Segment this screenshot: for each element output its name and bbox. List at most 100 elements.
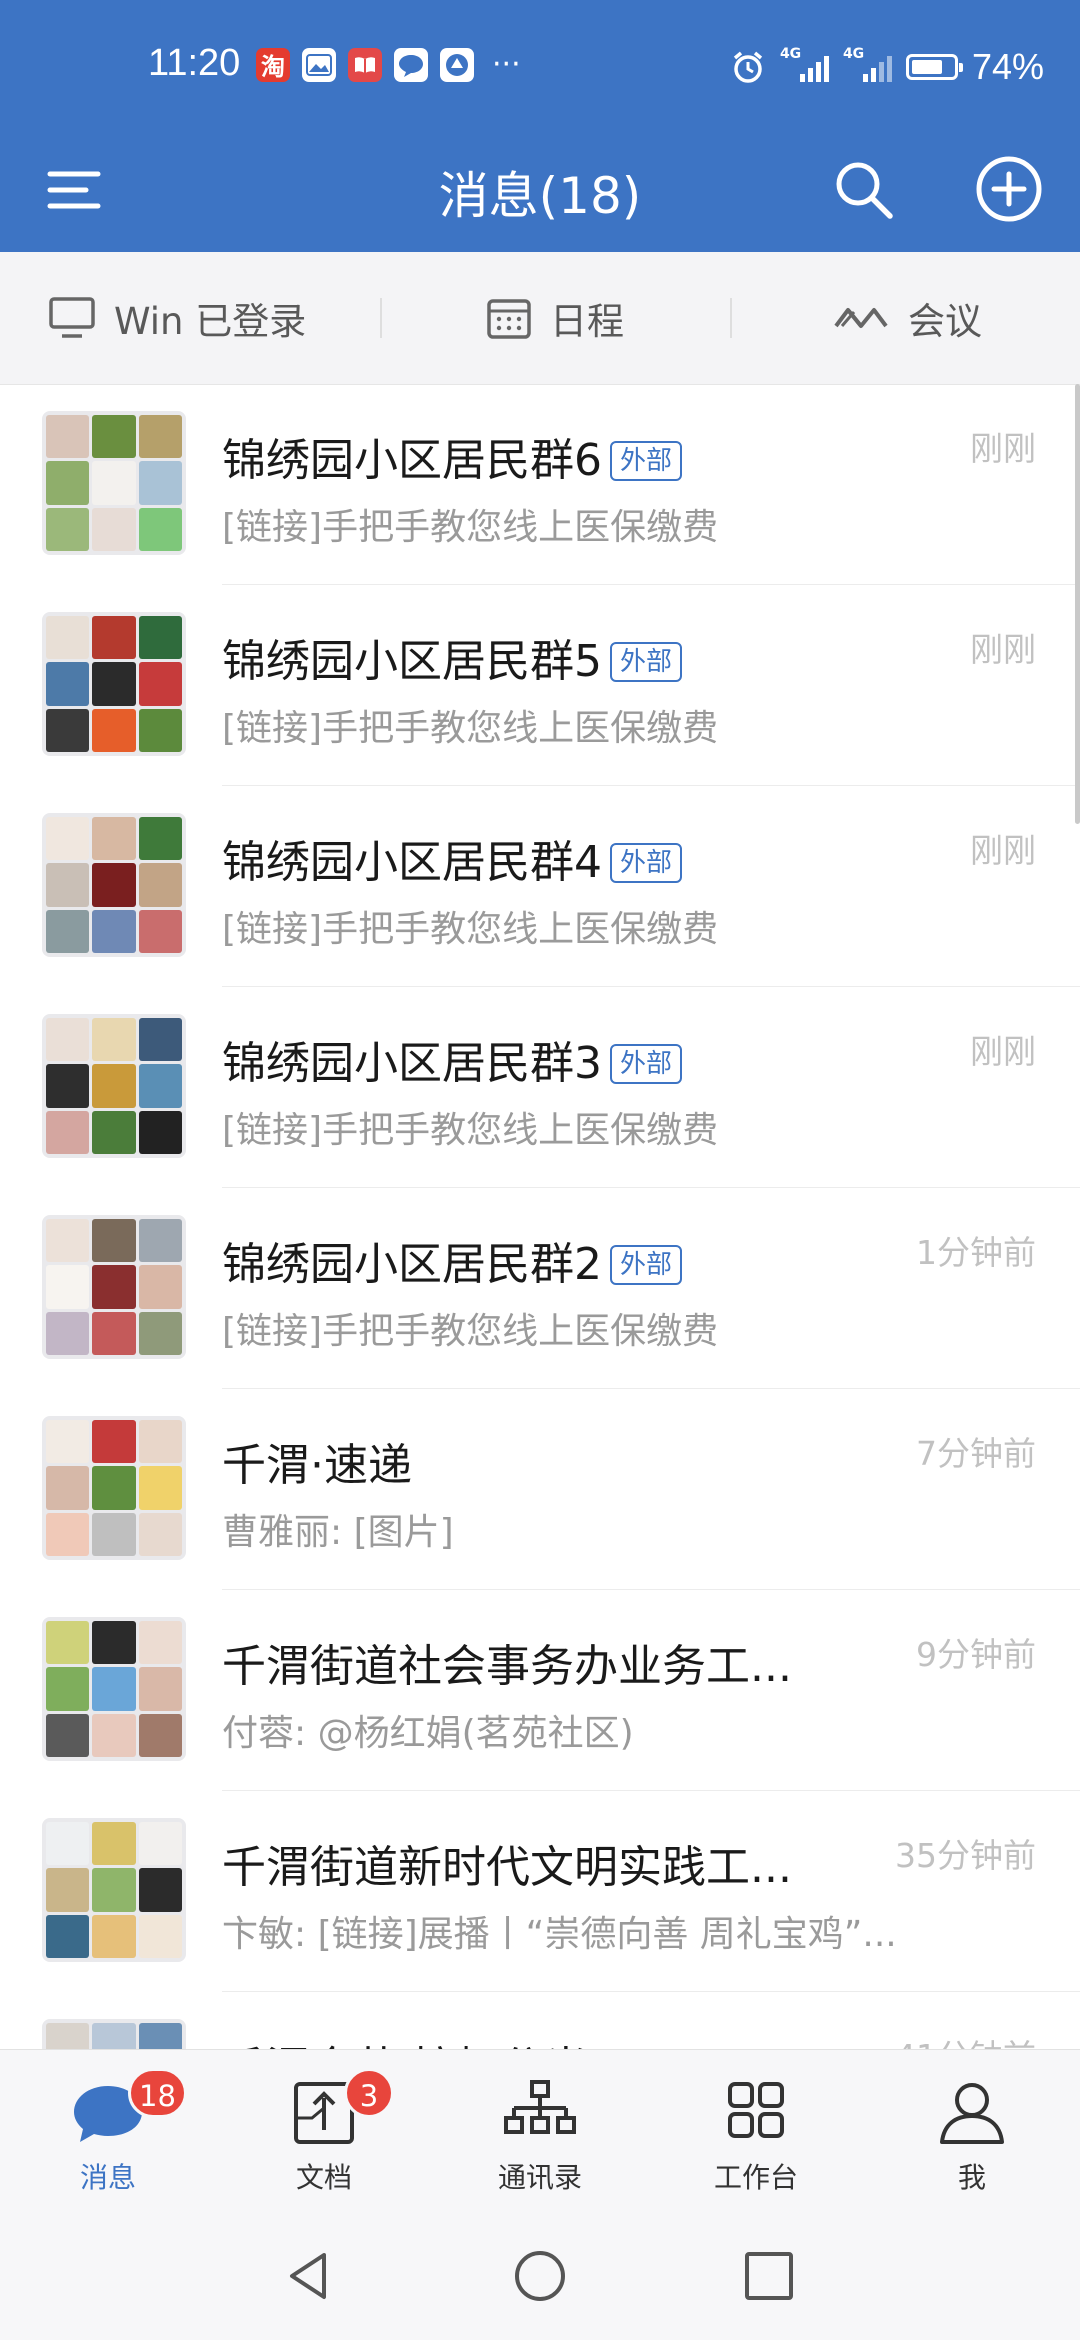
avatar-tile (46, 1667, 90, 1711)
scrollbar[interactable] (1075, 384, 1080, 824)
conversation-row[interactable]: 锦绣园小区居民群6 外部 刚刚 [链接]手把手教您线上医保缴费 (0, 384, 1080, 585)
battery-percent: 74% (971, 46, 1044, 87)
avatar-tile (46, 1219, 90, 1263)
avatar-tile (46, 909, 90, 953)
schedule-item[interactable]: 日程 (486, 252, 624, 384)
avatar-tile (92, 1064, 136, 1108)
conversation-row[interactable]: 锦绣园小区居民群3 外部 刚刚 [链接]手把手教您线上医保缴费 (0, 987, 1080, 1188)
group-avatar (42, 612, 186, 756)
conversation-time: 刚刚 (970, 831, 1036, 870)
avatar-tile (46, 1311, 90, 1355)
app-header: 11:20 淘 ··· 4G 4G 74% 消息(18) (0, 0, 1080, 252)
home-icon[interactable] (513, 2249, 567, 2303)
avatar-tile (46, 1822, 90, 1866)
system-navigation-bar (0, 2209, 1080, 2340)
gallery-icon (302, 47, 336, 82)
meeting-icon (834, 308, 888, 328)
conversation-row[interactable]: 千渭·速递 7分钟前 曹雅丽: [图片] (0, 1389, 1080, 1590)
avatar-tile (138, 461, 182, 505)
external-badge: 外部 (610, 642, 683, 682)
conversation-name-text: 锦绣园小区居民群5 (222, 636, 602, 687)
conversation-row[interactable]: 千渭全营·控极分光 41分钟前 (0, 1992, 1080, 2049)
avatar-tile (138, 415, 182, 459)
conversation-row[interactable]: 千渭街道新时代文明实践工... 35分钟前 卞敏: [链接]展播丨“崇德向善 周礼宝… (0, 1791, 1080, 1992)
conversation-row[interactable]: 锦绣园小区居民群4 外部 刚刚 [链接]手把手教您线上医保缴费 (0, 786, 1080, 987)
win-login-label: Win 已登录 (114, 300, 307, 343)
conversation-time: 9分钟前 (916, 1635, 1036, 1674)
conversation-preview: [链接]手把手教您线上医保缴费 (222, 708, 719, 749)
avatar-tile (138, 662, 182, 706)
conversation-name: 锦绣园小区居民群2 外部 (222, 1228, 683, 1292)
tab-messages[interactable]: 18 消息 (0, 2050, 216, 2210)
avatar-tile (46, 2023, 90, 2049)
avatar-tile (46, 708, 90, 752)
signal-icon-1: 4G (780, 46, 829, 82)
conversation-time: 41分钟前 (895, 2030, 1036, 2049)
win-login-item[interactable]: Win 已登录 (48, 252, 306, 384)
avatar-tile (138, 1311, 182, 1355)
avatar-tile (46, 1064, 90, 1108)
avatar-tile (46, 817, 90, 861)
avatar-tile (92, 1512, 136, 1556)
avatar-tile (92, 1914, 136, 1958)
conversation-preview: 曹雅丽: [图片] (222, 1512, 454, 1553)
conversation-name: 千渭街道社会事务办业务工... (222, 1630, 792, 1694)
group-avatar (42, 1818, 186, 1962)
avatar-tile (46, 616, 90, 660)
avatar-tile (92, 1713, 136, 1757)
search-icon[interactable] (830, 156, 896, 222)
tab-me[interactable]: 我 (864, 2050, 1080, 2210)
tab-label: 消息 (79, 2161, 136, 2194)
avatar-tile (138, 1110, 182, 1154)
avatar-tile (92, 461, 136, 505)
tab-workbench[interactable]: 工作台 (648, 2050, 864, 2210)
tab-badge: 3 (344, 2068, 394, 2118)
avatar-tile (92, 662, 136, 706)
back-icon[interactable] (282, 2249, 336, 2303)
avatar-tile (138, 909, 182, 953)
conversation-name: 锦绣园小区居民群3 外部 (222, 1027, 683, 1091)
group-avatar (42, 813, 186, 957)
conversation-row[interactable]: 千渭街道社会事务办业务工... 9分钟前 付蓉: @杨红娟(茗苑社区) (0, 1590, 1080, 1791)
group-avatar (42, 2019, 186, 2049)
avatar-tile (92, 616, 136, 660)
group-avatar (42, 1215, 186, 1359)
conversation-name-text: 千渭街道新时代文明实践工... (222, 1842, 792, 1893)
status-more-icon: ··· (492, 47, 521, 82)
avatar-tile (92, 1822, 136, 1866)
avatar-tile (92, 1667, 136, 1711)
avatar-tile (138, 1621, 182, 1665)
avatar-tile (46, 662, 90, 706)
conversation-preview: [链接]手把手教您线上医保缴费 (222, 909, 719, 950)
conversation-time: 刚刚 (970, 630, 1036, 669)
conversation-name: 锦绣园小区居民群4 外部 (222, 826, 683, 890)
avatar-tile (46, 1420, 90, 1464)
tab-label: 文档 (295, 2161, 352, 2194)
conversation-row[interactable]: 锦绣园小区居民群5 外部 刚刚 [链接]手把手教您线上医保缴费 (0, 585, 1080, 786)
conversation-name-text: 锦绣园小区居民群4 (222, 837, 602, 888)
avatar-tile (138, 616, 182, 660)
avatar-tile (138, 1713, 182, 1757)
recents-icon[interactable] (742, 2249, 796, 2303)
avatar-tile (92, 909, 136, 953)
avatar-tile (138, 1018, 182, 1062)
tab-contacts[interactable]: 通讯录 (432, 2050, 648, 2210)
external-badge: 外部 (610, 843, 683, 883)
conversation-row[interactable]: 锦绣园小区居民群2 外部 1分钟前 [链接]手把手教您线上医保缴费 (0, 1188, 1080, 1389)
avatar-tile (46, 1868, 90, 1912)
avatar-tile (46, 1621, 90, 1665)
conversation-time: 1分钟前 (916, 1233, 1036, 1272)
avatar-tile (92, 863, 136, 907)
avatar-tile (92, 1311, 136, 1355)
avatar-tile (46, 1110, 90, 1154)
meeting-item[interactable]: 会议 (832, 252, 982, 384)
tab-documents[interactable]: 3 文档 (216, 2050, 432, 2210)
avatar-tile (138, 1219, 182, 1263)
conversation-list[interactable]: 锦绣园小区居民群6 外部 刚刚 [链接]手把手教您线上医保缴费 锦绣园小区居民群5 外部刚… (0, 384, 1080, 2049)
conversation-preview: 卞敏: [链接]展播丨“崇德向善 周礼宝鸡”... (222, 1914, 897, 1955)
meeting-label: 会议 (908, 300, 982, 343)
conversation-name: 锦绣园小区居民群6 外部 (222, 424, 683, 488)
bottom-tab-bar: 18 消息 3 文档 通讯录 工作台 我 (0, 2049, 1080, 2210)
add-icon[interactable] (974, 154, 1044, 224)
status-time: 11:20 (148, 42, 241, 84)
